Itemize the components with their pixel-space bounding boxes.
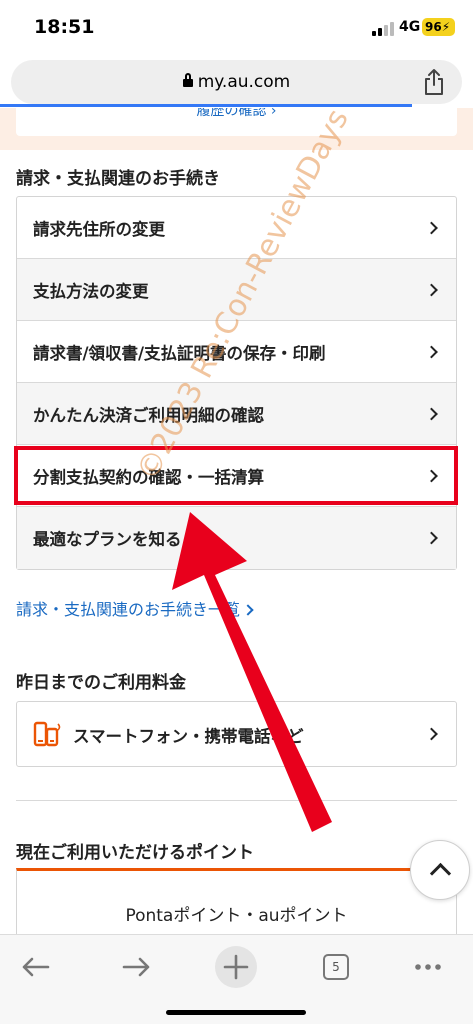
chevron-right-icon [425,283,438,296]
tab-count: 5 [332,960,340,974]
history-card: 履歴の確認 › [16,108,457,136]
more-dots-icon[interactable] [406,945,450,989]
url-text: my.au.com [197,72,291,92]
points-section-title: 現在ご利用いただけるポイント [16,843,254,863]
chevron-right-icon [425,531,438,545]
chevron-right-icon [425,345,438,358]
address-bar-area: my.au.com [0,56,473,108]
menu-item-invoice-print[interactable]: 請求書/領収書/支払証明書の保存・印刷 [17,321,456,383]
section-divider [16,800,457,801]
phone-icon [33,721,61,747]
menu-item-label: 請求先住所の変更 [33,219,165,239]
billing-all-link[interactable]: 請求・支払関連のお手続き一覧 [16,596,254,620]
points-card-label: Pontaポイント・auポイント [125,906,348,926]
status-time: 18:51 [34,16,95,38]
chevron-right-icon [425,407,438,420]
menu-item-label: 請求書/領収書/支払証明書の保存・印刷 [33,343,326,363]
chevron-up-icon [429,862,452,885]
menu-item-label: 支払方法の変更 [33,281,149,301]
usage-item-label: スマートフォン・携帯電話など [73,727,304,746]
lock-icon [182,73,193,87]
menu-item-label: かんたん決済ご利用明細の確認 [33,405,264,425]
chevron-right-icon [425,727,438,741]
tabs-button[interactable]: 5 [314,945,358,989]
chevron-right-icon [425,221,438,234]
menu-item-best-plan[interactable]: 最適なプランを知る [17,507,456,569]
tabs-icon: 5 [323,954,349,980]
menu-item-billing-address[interactable]: 請求先住所の変更 [17,197,456,259]
billing-all-link-label: 請求・支払関連のお手続き一覧 [16,600,241,619]
battery-level: 96 [425,20,442,34]
share-icon[interactable] [422,68,446,96]
status-bar: 18:51 4G 96⚡ [0,0,473,56]
menu-item-easy-payment[interactable]: かんたん決済ご利用明細の確認 [17,383,456,445]
address-bar[interactable]: my.au.com [11,60,462,104]
network-type: 4G [399,19,421,35]
scroll-to-top-button[interactable] [410,840,470,900]
chevron-right-icon [242,604,254,616]
menu-item-label: 分割支払契約の確認・一括清算 [33,467,264,487]
back-arrow-icon[interactable] [14,945,58,989]
signal-icon [372,22,396,36]
usage-section-title: 昨日までのご利用料金 [16,673,186,693]
menu-item-installment[interactable]: 分割支払契約の確認・一括清算 [17,445,456,507]
new-tab-plus-icon[interactable] [214,945,258,989]
history-card-band: 履歴の確認 › [0,108,473,150]
page-load-progress [0,104,412,107]
billing-menu-list: 請求先住所の変更 支払方法の変更 請求書/領収書/支払証明書の保存・印刷 かんた… [16,196,457,570]
billing-section-title: 請求・支払関連のお手続き [16,169,220,189]
menu-item-payment-method[interactable]: 支払方法の変更 [17,259,456,321]
home-indicator [166,1010,306,1015]
battery-icon: 96⚡ [422,18,455,36]
chevron-right-icon [425,469,438,482]
history-link[interactable]: 履歴の確認 › [196,108,276,119]
forward-arrow-icon[interactable] [114,945,158,989]
menu-item-label: 最適なプランを知る [33,530,182,549]
usage-smartphone-item[interactable]: スマートフォン・携帯電話など [16,701,457,767]
